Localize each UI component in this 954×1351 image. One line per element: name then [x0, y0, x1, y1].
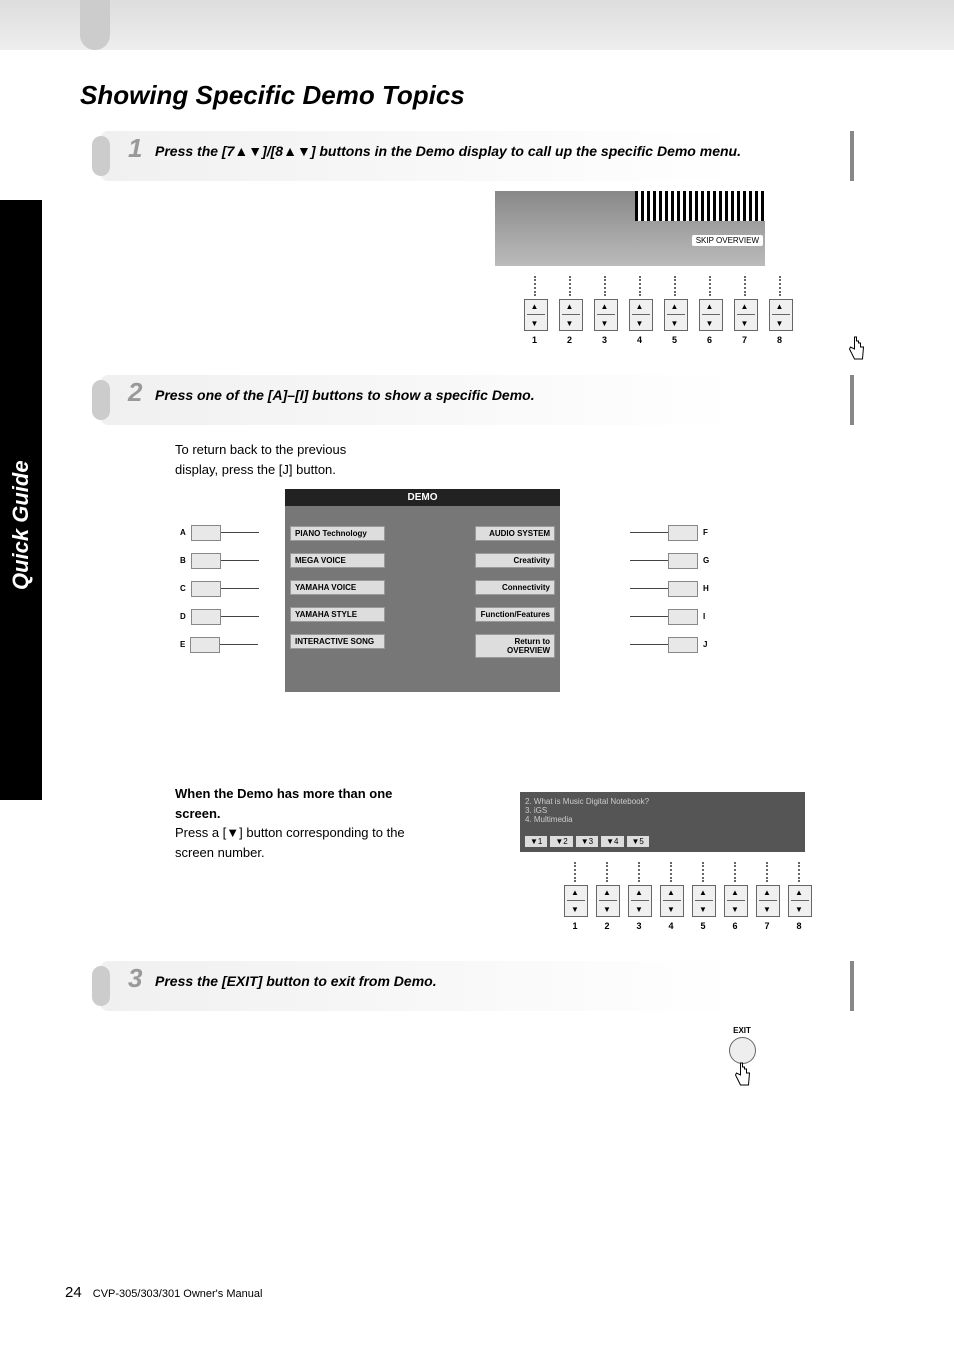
- menu-piano-technology: PIANO Technology: [290, 526, 385, 541]
- manual-title: CVP-305/303/301 Owner's Manual: [93, 1288, 263, 1300]
- page-number: 24: [65, 1284, 82, 1301]
- side-tab: Quick Guide: [0, 200, 42, 800]
- step-2: 2 Press one of the [A]–[I] buttons to sh…: [100, 375, 854, 931]
- exit-button-label: EXIT: [630, 1026, 854, 1035]
- screen-tab: ▼2: [550, 836, 572, 847]
- screen-tab: ▼4: [601, 836, 623, 847]
- step-3-text: Press the [EXIT] button to exit from Dem…: [155, 973, 437, 989]
- step-3: 3 Press the [EXIT] button to exit from D…: [100, 961, 854, 1096]
- updown-button: 4: [629, 276, 651, 345]
- header-decoration: [0, 0, 954, 50]
- screen-tab: ▼3: [576, 836, 598, 847]
- updown-button: 6: [724, 862, 746, 931]
- pointer-hand-icon: [844, 335, 869, 365]
- right-button-column: F G H I J: [630, 524, 714, 664]
- step-1: 1 Press the [7▲▼]/[8▲▼] buttons in the D…: [100, 131, 854, 345]
- updown-button: 3: [594, 276, 616, 345]
- multiscreen-display: 2. What is Music Digital Notebook? 3. iG…: [520, 792, 805, 852]
- panel-button-g: [668, 553, 698, 569]
- panel-button-a: [191, 525, 221, 541]
- updown-button: 5: [692, 862, 714, 931]
- updown-button: 8: [788, 862, 810, 931]
- step-2-figure: A B C D E DEMO PIANO Technology MEGA VOI…: [155, 489, 854, 769]
- updown-button: 5: [664, 276, 686, 345]
- step-1-figure: SKIP OVERVIEW 1 2 3 4 5 6 7 8: [480, 191, 854, 345]
- section-title: Showing Specific Demo Topics: [80, 80, 854, 111]
- button-row-2: 1 2 3 4 5 6 7 8: [520, 862, 854, 931]
- updown-button: 8: [769, 276, 791, 345]
- panel-button-d: [191, 609, 221, 625]
- demo-menu-display: DEMO PIANO Technology MEGA VOICE YAMAHA …: [285, 489, 560, 692]
- step-2-banner: 2 Press one of the [A]–[I] buttons to sh…: [100, 375, 854, 425]
- menu-audio-system: AUDIO SYSTEM: [475, 526, 555, 541]
- pointer-hand-icon: [730, 1061, 755, 1091]
- step-3-number: 3: [128, 963, 142, 994]
- step-2-text: Press one of the [A]–[I] buttons to show…: [155, 387, 535, 403]
- menu-mega-voice: MEGA VOICE: [290, 553, 385, 568]
- button-row-1: 1 2 3 4 5 6 7 8: [460, 276, 854, 345]
- panel-button-i: [668, 609, 698, 625]
- updown-button: 3: [628, 862, 650, 931]
- step-1-text: Press the [7▲▼]/[8▲▼] buttons in the Dem…: [155, 143, 741, 159]
- updown-button: 1: [524, 276, 546, 345]
- panel-button-f: [668, 525, 698, 541]
- menu-function-features: Function/Features: [475, 607, 555, 622]
- updown-button: 1: [564, 862, 586, 931]
- updown-button: 6: [699, 276, 721, 345]
- lcd-title: DEMO: [285, 489, 560, 506]
- exit-figure: EXIT: [630, 1026, 854, 1096]
- skip-overview-label: SKIP OVERVIEW: [692, 235, 763, 246]
- menu-return-overview: Return to OVERVIEW: [475, 634, 555, 658]
- screen-tab: ▼1: [525, 836, 547, 847]
- page-footer: 24 CVP-305/303/301 Owner's Manual: [65, 1284, 262, 1301]
- multiscreen-figure: 2. What is Music Digital Notebook? 3. iG…: [520, 792, 854, 931]
- panel-button-e: [190, 637, 220, 653]
- updown-button: 2: [596, 862, 618, 931]
- step-2-subtext: To return back to the previous display, …: [175, 440, 375, 479]
- step-3-banner: 3 Press the [EXIT] button to exit from D…: [100, 961, 854, 1011]
- panel-button-h: [668, 581, 698, 597]
- exit-button-icon: [729, 1037, 756, 1064]
- menu-creativity: Creativity: [475, 553, 555, 568]
- panel-button-c: [191, 581, 221, 597]
- left-button-column: A B C D E: [175, 524, 259, 664]
- updown-button: 4: [660, 862, 682, 931]
- menu-yamaha-voice: YAMAHA VOICE: [290, 580, 385, 595]
- menu-connectivity: Connectivity: [475, 580, 555, 595]
- piano-keys-graphic: [635, 191, 765, 221]
- screen-tab: ▼5: [627, 836, 649, 847]
- panel-button-b: [191, 553, 221, 569]
- panel-button-j: [668, 637, 698, 653]
- side-tab-label: Quick Guide: [8, 460, 34, 590]
- updown-button: 2: [559, 276, 581, 345]
- demo-overview-screen: SKIP OVERVIEW: [495, 191, 765, 266]
- updown-button: 7: [734, 276, 756, 345]
- updown-button: 7: [756, 862, 778, 931]
- step-1-number: 1: [128, 133, 142, 164]
- step-1-banner: 1 Press the [7▲▼]/[8▲▼] buttons in the D…: [100, 131, 854, 181]
- step-2-number: 2: [128, 377, 142, 408]
- menu-interactive-song: INTERACTIVE SONG: [290, 634, 385, 649]
- multiscreen-text: When the Demo has more than one screen. …: [175, 784, 425, 862]
- menu-yamaha-style: YAMAHA STYLE: [290, 607, 385, 622]
